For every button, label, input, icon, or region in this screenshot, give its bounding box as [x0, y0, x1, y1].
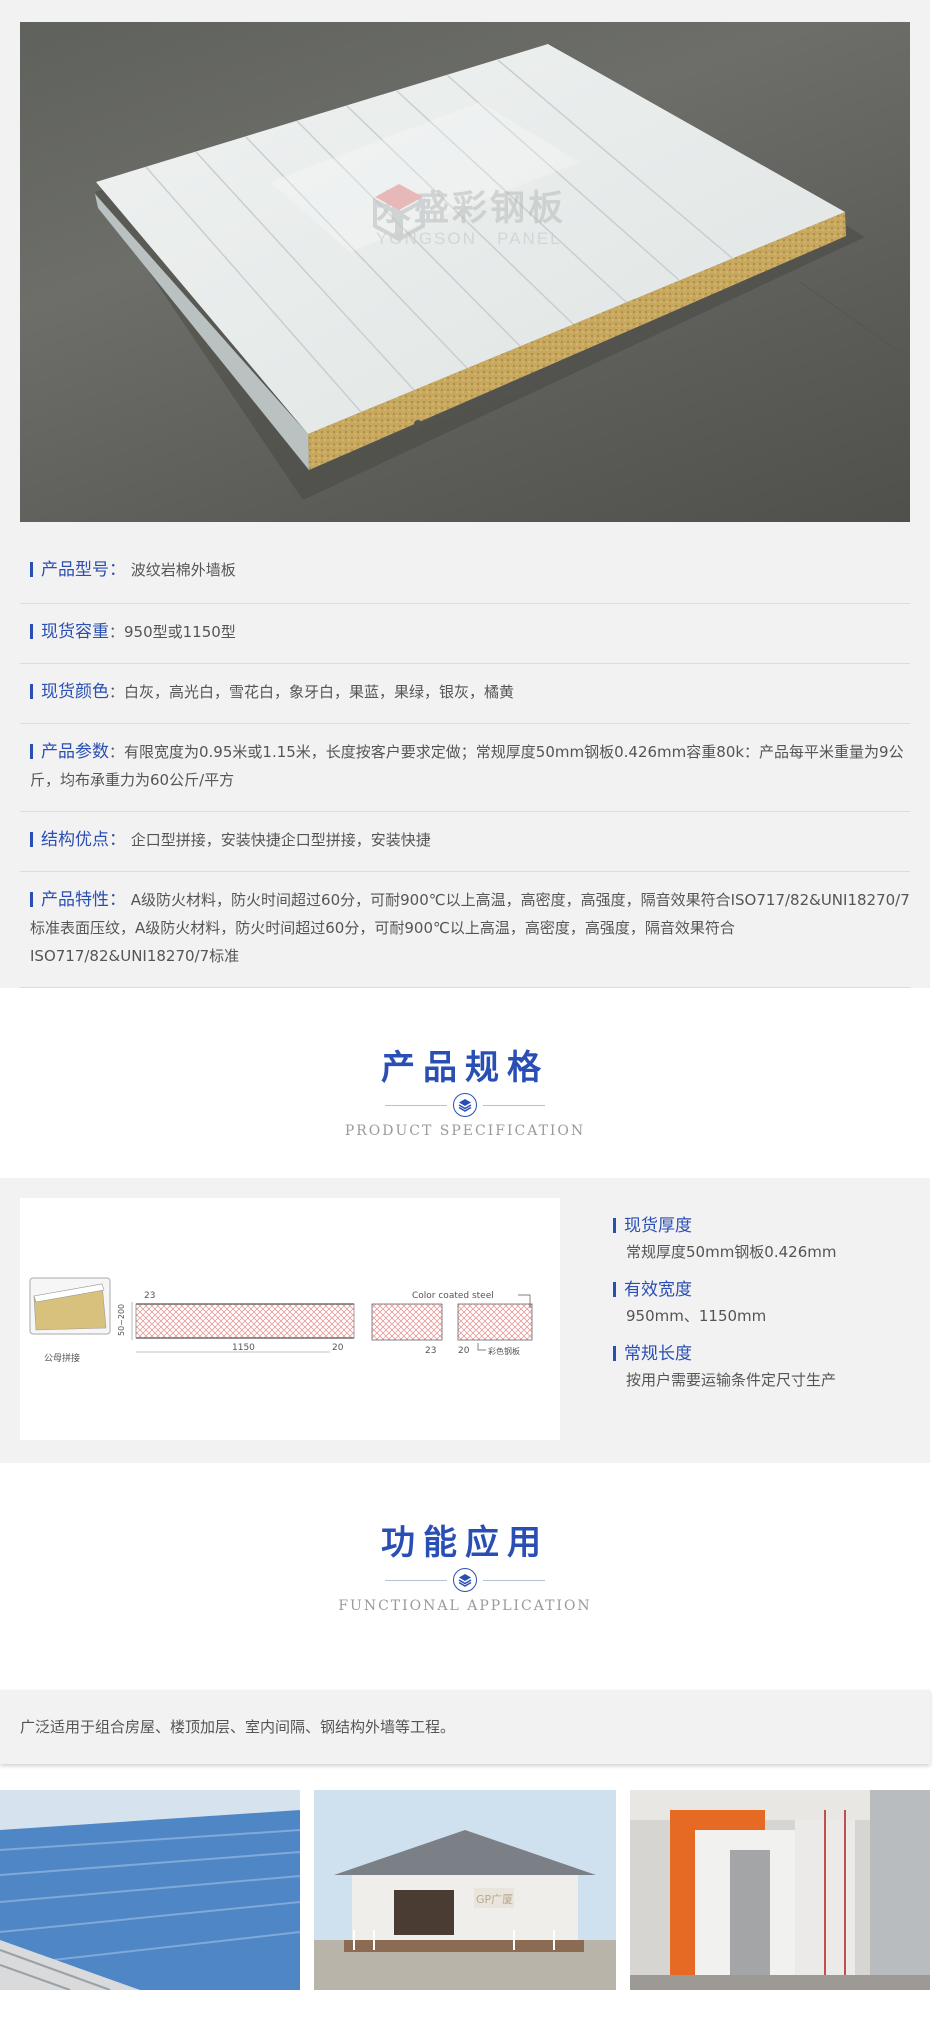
title-divider [385, 1568, 545, 1594]
spec-label: 现货厚度 [624, 1216, 692, 1236]
dim-label: 23 [425, 1346, 436, 1356]
attr-value: ：白灰，高光白，雪花白，象牙白，果蓝，果绿，银灰，橘黄 [109, 683, 515, 701]
layers-icon [453, 1093, 477, 1117]
title-divider [385, 1093, 545, 1119]
accent-bar [30, 744, 33, 759]
joint-label: 公母拼接 [44, 1352, 80, 1364]
attr-density: 现货容重：950型或1150型 [20, 604, 910, 664]
attr-value: ：有限宽度为0.95米或1.15米，长度按客户要求定做；常规厚度50mm钢板0.… [30, 743, 904, 789]
accent-bar [30, 892, 33, 907]
accent-bar [613, 1346, 616, 1361]
cross-section-diagram: 公母拼接 23 50~200 1150 20 23 Color coated s… [20, 1198, 560, 1440]
dim-label: 20 [458, 1346, 470, 1356]
attr-label: 产品特性： [41, 890, 126, 910]
product-attributes: 产品型号： 波纹岩棉外墙板 现货容重：950型或1150型 现货颜色：白灰，高光… [20, 544, 910, 988]
photo-booth [630, 1790, 930, 1990]
attr-label: 产品型号： [41, 560, 126, 580]
application-description: 广泛适用于组合房屋、楼顶加层、室内间隔、钢结构外墙等工程。 [0, 1690, 930, 1764]
app-title: 功能应用 [381, 1523, 549, 1563]
spec-value: 950mm、1150mm [626, 1307, 767, 1325]
accent-bar [613, 1218, 616, 1233]
spec-label: 有效宽度 [624, 1280, 692, 1300]
layers-icon [453, 1568, 477, 1592]
attr-label: 结构优点： [41, 830, 126, 850]
app-section-header: 功能应用 FUNCTIONAL APPLICATION [0, 1515, 930, 1614]
attr-colors: 现货颜色：白灰，高光白，雪花白，象牙白，果蓝，果绿，银灰，橘黄 [20, 664, 910, 724]
house-sign: GP广厦 [476, 1893, 513, 1906]
attr-parameters: 产品参数：有限宽度为0.95米或1.15米，长度按客户要求定做；常规厚度50mm… [20, 724, 910, 812]
brand-watermark: 永盛彩钢板 YONGSON PANEL [368, 180, 566, 249]
panel-dimension-drawing: 公母拼接 23 50~200 1150 20 23 Color coated s… [29, 1277, 533, 1364]
accent-bar [30, 562, 33, 577]
app-subtitle: FUNCTIONAL APPLICATION [338, 1598, 592, 1614]
spec-thickness: 现货厚度 常规厚度50mm钢板0.426mm [613, 1212, 913, 1264]
attr-value: 波纹岩棉外墙板 [130, 561, 236, 579]
spec-label: 常规长度 [624, 1344, 692, 1364]
attr-value: A级防火材料，防火时间超过60分，可耐900℃以上高温，高密度，高强度，隔音效果… [30, 891, 910, 965]
application-text: 广泛适用于组合房屋、楼顶加层、室内间隔、钢结构外墙等工程。 [20, 1718, 456, 1736]
attr-value: ：950型或1150型 [109, 623, 236, 641]
attr-structure: 结构优点： 企口型拼接，安装快捷企口型拼接，安装快捷 [20, 812, 910, 872]
attr-label: 现货颜色 [41, 682, 109, 702]
color-coated-label: Color coated steel [412, 1291, 494, 1301]
spec-length: 常规长度 按用户需要运输条件定尺寸生产 [613, 1340, 913, 1392]
sandwich-panel-illustration [95, 44, 901, 500]
accent-bar [30, 832, 33, 847]
product-photo: 永盛彩钢板 YONGSON PANEL [20, 22, 910, 522]
attr-features: 产品特性： A级防火材料，防火时间超过60分，可耐900℃以上高温，高密度，高强… [20, 872, 910, 988]
dim-label: 23 [144, 1291, 155, 1301]
spec-title: 产品规格 [381, 1048, 549, 1088]
product-overview-section: 永盛彩钢板 YONGSON PANEL 产品型号： 波纹岩棉外墙板 现货容重：9… [0, 0, 930, 988]
dim-label: 1150 [232, 1343, 255, 1353]
accent-bar [30, 624, 33, 639]
photo-roof [0, 1790, 300, 1990]
spec-value: 常规厚度50mm钢板0.426mm [626, 1243, 837, 1261]
dim-label: 20 [332, 1343, 344, 1353]
attr-model: 产品型号： 波纹岩棉外墙板 [20, 544, 910, 604]
spec-section-header: 产品规格 PRODUCT SPECIFICATION [0, 1040, 930, 1139]
spec-subtitle: PRODUCT SPECIFICATION [344, 1123, 586, 1139]
dim-label: 50~200 [117, 1304, 126, 1336]
photo-house: GP广厦 [314, 1790, 616, 1990]
accent-bar [613, 1282, 616, 1297]
spec-section: 公母拼接 23 50~200 1150 20 23 Color coated s… [0, 1178, 930, 1463]
attr-label: 产品参数 [41, 742, 109, 762]
color-steel-label: 彩色钢板 [488, 1346, 520, 1356]
spec-list: 现货厚度 常规厚度50mm钢板0.426mm 有效宽度 950mm、1150mm… [613, 1212, 913, 1404]
spec-value: 按用户需要运输条件定尺寸生产 [626, 1371, 837, 1389]
spec-width: 有效宽度 950mm、1150mm [613, 1276, 913, 1328]
accent-bar [30, 684, 33, 699]
attr-value: 企口型拼接，安装快捷企口型拼接，安装快捷 [130, 831, 431, 849]
attr-label: 现货容重 [41, 622, 109, 642]
brand-logo-icon [373, 184, 425, 242]
